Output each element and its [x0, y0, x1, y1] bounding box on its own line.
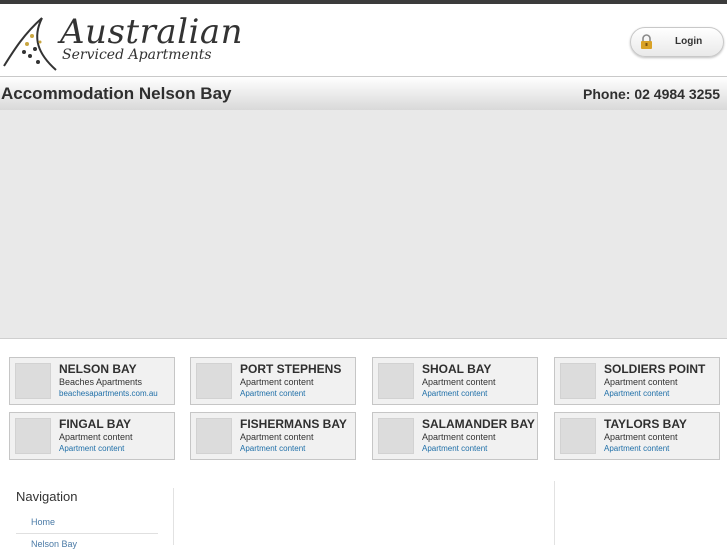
page-title: Accommodation Nelson Bay [1, 84, 232, 103]
card-subtitle: Apartment content [604, 432, 678, 442]
card-subtitle: Beaches Apartments [59, 377, 143, 387]
card-subtitle: Apartment content [240, 432, 314, 442]
banner-area [0, 110, 727, 339]
card-thumbnail [560, 363, 596, 399]
title-bar: Accommodation Nelson Bay Phone: 02 4984 … [0, 76, 727, 111]
location-card[interactable]: PORT STEPHENS Apartment content Apartmen… [190, 357, 356, 405]
card-title: TAYLORS BAY [604, 417, 687, 431]
card-thumbnail [378, 418, 414, 454]
card-thumbnail [196, 363, 232, 399]
location-card[interactable]: SHOAL BAY Apartment content Apartment co… [372, 357, 538, 405]
card-link[interactable]: Apartment content [240, 389, 305, 398]
card-link[interactable]: Apartment content [422, 389, 487, 398]
location-card[interactable]: NELSON BAY Beaches Apartments beachesapa… [9, 357, 175, 405]
card-title: FINGAL BAY [59, 417, 132, 431]
card-link[interactable]: Apartment content [604, 444, 669, 453]
card-link[interactable]: Apartment content [240, 444, 305, 453]
login-label: Login [675, 36, 703, 47]
phone-number: Phone: 02 4984 3255 [583, 86, 720, 102]
card-title: SALAMANDER BAY [422, 417, 535, 431]
location-card[interactable]: FINGAL BAY Apartment content Apartment c… [9, 412, 175, 460]
site-logo[interactable]: Australian Serviced Apartments [2, 12, 243, 74]
login-button[interactable]: Login [630, 27, 724, 57]
logo-subtitle: Serviced Apartments [62, 47, 212, 63]
card-subtitle: Apartment content [422, 377, 496, 387]
card-thumbnail [15, 418, 51, 454]
site-header: Australian Serviced Apartments Login [0, 4, 727, 76]
location-card[interactable]: SOLDIERS POINT Apartment content Apartme… [554, 357, 720, 405]
card-subtitle: Apartment content [59, 432, 133, 442]
dotted-leaf-logo-icon [3, 17, 57, 71]
card-thumbnail [378, 363, 414, 399]
navigation-heading: Navigation [16, 489, 78, 504]
card-title: FISHERMANS BAY [240, 417, 347, 431]
card-link[interactable]: Apartment content [604, 389, 669, 398]
padlock-icon [641, 34, 652, 49]
location-card[interactable]: TAYLORS BAY Apartment content Apartment … [554, 412, 720, 460]
card-title: NELSON BAY [59, 362, 137, 376]
card-subtitle: Apartment content [604, 377, 678, 387]
location-card[interactable]: SALAMANDER BAY Apartment content Apartme… [372, 412, 538, 460]
location-card[interactable]: FISHERMANS BAY Apartment content Apartme… [190, 412, 356, 460]
card-title: SOLDIERS POINT [604, 362, 706, 376]
card-subtitle: Apartment content [422, 432, 496, 442]
card-thumbnail [196, 418, 232, 454]
nav-item-home[interactable]: Home [31, 517, 55, 527]
card-link[interactable]: Apartment content [59, 444, 124, 453]
card-thumbnail [560, 418, 596, 454]
nav-divider [16, 533, 158, 534]
card-link[interactable]: beachesapartments.com.au [59, 389, 158, 398]
card-subtitle: Apartment content [240, 377, 314, 387]
nav-item-nelson-bay[interactable]: Nelson Bay [31, 539, 77, 549]
column-divider [554, 481, 555, 545]
column-divider [173, 488, 174, 545]
card-title: SHOAL BAY [422, 362, 492, 376]
logo-title: Australian [60, 12, 244, 52]
card-title: PORT STEPHENS [240, 362, 342, 376]
card-link[interactable]: Apartment content [422, 444, 487, 453]
card-thumbnail [15, 363, 51, 399]
